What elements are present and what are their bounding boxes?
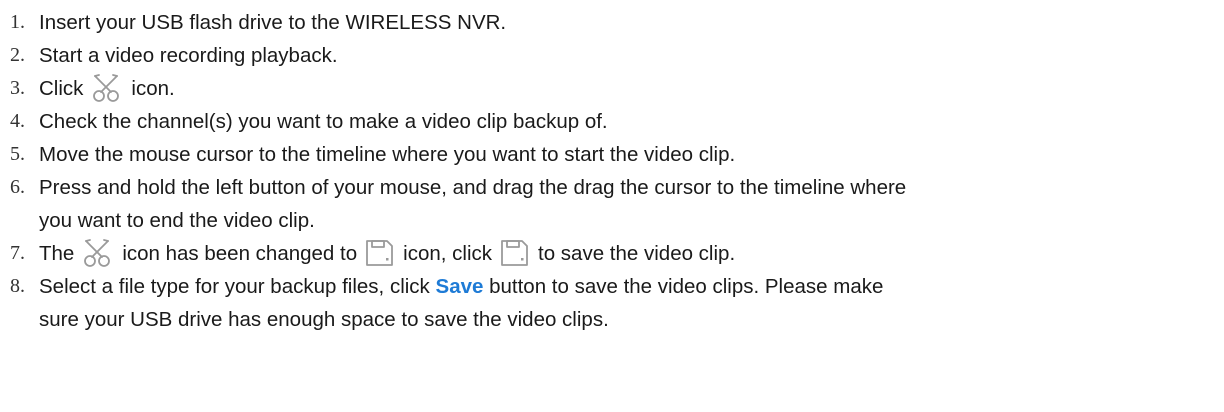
step-number: 5. <box>10 143 25 165</box>
step-number: 1. <box>10 11 25 33</box>
step-text: Select a file type for your backup files… <box>39 270 883 336</box>
step-line-1: Press and hold the left button of your m… <box>39 176 907 199</box>
step-text-before: Select a file type for your backup files… <box>39 275 430 298</box>
step-text-after: button to save the video clips. Please m… <box>489 275 884 298</box>
step-text: Check the channel(s) you want to make a … <box>39 110 608 133</box>
step-number: 2. <box>10 44 25 66</box>
step-text-part-2: icon has been changed to <box>122 242 358 265</box>
step-text: Click icon. <box>39 72 175 105</box>
step-text: Move the mouse cursor to the timeline wh… <box>39 143 736 166</box>
step-text-part-4: to save the video clip. <box>538 242 736 265</box>
step-text-after: icon. <box>131 77 175 100</box>
step-line-1: Select a file type for your backup files… <box>39 270 883 303</box>
step-text: Insert your USB flash drive to the WIREL… <box>39 11 507 34</box>
step-text-part-1: The <box>39 242 75 265</box>
scissors-icon <box>80 238 114 268</box>
step-number: 4. <box>10 110 25 132</box>
step-number: 6. <box>10 176 25 198</box>
save-icon <box>498 238 530 268</box>
step-number: 8. <box>10 275 25 297</box>
step-text-before: Click <box>39 77 84 100</box>
step-text: Start a video recording playback. <box>39 44 338 67</box>
instruction-list: 1. Insert your USB flash drive to the WI… <box>0 0 1224 412</box>
save-icon <box>363 238 395 268</box>
step-text-part-3: icon, click <box>403 242 492 265</box>
step-line-2: sure your USB drive has enough space to … <box>39 308 609 331</box>
step-number: 7. <box>10 242 25 264</box>
scissors-icon <box>89 73 123 103</box>
step-text: Press and hold the left button of your m… <box>39 171 906 237</box>
save-button-label: Save <box>435 275 484 298</box>
step-number: 3. <box>10 77 25 99</box>
step-line-2: you want to end the video clip. <box>39 209 315 232</box>
step-text: The icon has been changed to icon, click… <box>39 237 735 270</box>
